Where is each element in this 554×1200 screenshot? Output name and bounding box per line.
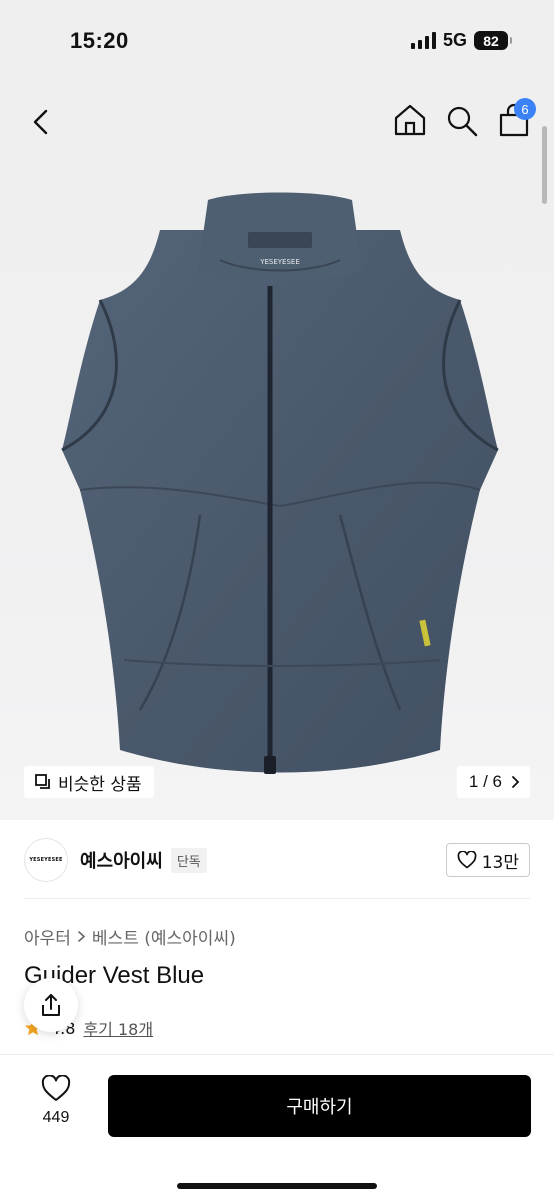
image-page-indicator[interactable]: 1 / 6 — [456, 766, 530, 798]
status-bar: 15:20 5G 82 — [0, 0, 554, 80]
brand-like-button[interactable]: 13만 — [445, 843, 530, 877]
vest-brand-label: YESEYESEE — [259, 258, 300, 266]
battery-level: 82 — [483, 32, 499, 49]
wishlist-count: 449 — [42, 1109, 70, 1126]
header-actions: 6 — [392, 98, 536, 140]
wishlist-button[interactable]: 449 — [30, 1074, 82, 1127]
scrollbar[interactable] — [542, 126, 547, 204]
signal-icon — [410, 32, 436, 49]
brand-like-count: 13만 — [481, 852, 519, 873]
page-indicator-label: 1 / 6 — [468, 772, 502, 791]
buy-button[interactable]: 구매하기 — [108, 1075, 531, 1137]
bottom-action-bar: 449 구매하기 — [0, 1054, 554, 1200]
heart-icon — [41, 1074, 71, 1101]
similar-products-button[interactable]: 비슷한 상품 — [24, 766, 154, 798]
breadcrumb-subcategory[interactable]: 베스트 (예스아이씨) — [92, 924, 236, 949]
search-icon — [447, 106, 478, 137]
chevron-left-icon — [33, 109, 48, 135]
breadcrumb-category[interactable]: 아우터 — [24, 924, 71, 949]
breadcrumb: 아우터 베스트 (예스아이씨) — [24, 924, 236, 949]
brand-logo[interactable]: YESEYESEE — [24, 838, 68, 882]
similar-products-label: 비슷한 상품 — [58, 774, 142, 795]
cart-count-badge: 6 — [514, 98, 536, 120]
share-icon — [42, 994, 60, 1016]
exclusive-badge: 단독 — [170, 847, 207, 873]
brand-name[interactable]: 예스아이씨 — [80, 847, 163, 873]
brand-row: YESEYESEE 예스아이씨 단독 13만 — [24, 836, 530, 884]
product-image: YESEYESEE — [61, 192, 499, 774]
copy-icon — [35, 774, 50, 789]
home-indicator — [177, 1183, 377, 1189]
search-button[interactable] — [444, 100, 480, 140]
product-image-gallery[interactable]: 6 YESEYESEE 비슷한 상품 1 / 6 — [0, 80, 554, 820]
back-button[interactable] — [22, 102, 62, 142]
heart-icon — [457, 851, 477, 869]
status-time: 15:20 — [70, 28, 129, 53]
status-indicators: 5G 82 — [410, 30, 512, 51]
battery-icon: 82 — [474, 31, 512, 50]
chevron-right-icon — [512, 776, 520, 788]
divider — [24, 898, 530, 899]
review-link[interactable]: 후기 18개 — [83, 1016, 153, 1040]
home-button[interactable] — [392, 100, 428, 140]
cart-button[interactable]: 6 — [496, 98, 536, 140]
chevron-right-icon — [78, 931, 86, 942]
share-button[interactable] — [24, 978, 78, 1032]
home-icon — [394, 104, 426, 136]
network-label: 5G — [442, 30, 467, 50]
